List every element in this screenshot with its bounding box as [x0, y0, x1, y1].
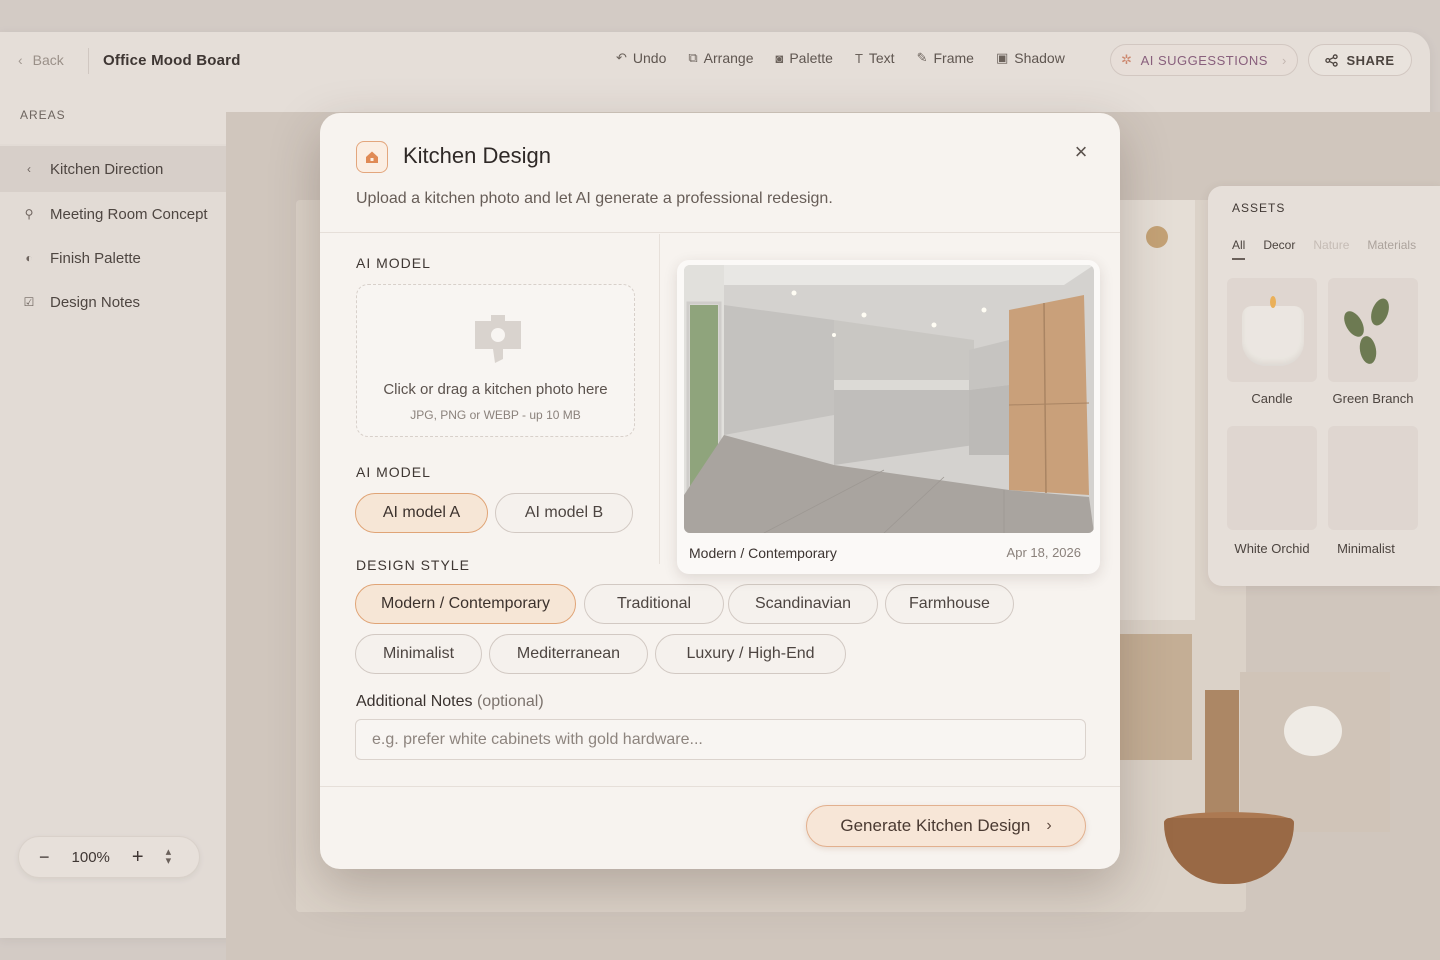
modal-header: Kitchen Design × Upload a kitchen photo …: [320, 113, 1120, 233]
model-option-b[interactable]: AI model B: [495, 493, 633, 533]
style-option-modern[interactable]: Modern / Contemporary: [355, 584, 576, 624]
style-option-mediterranean[interactable]: Mediterranean: [489, 634, 648, 674]
style-option-farmhouse[interactable]: Farmhouse: [885, 584, 1014, 624]
preview-date: Apr 18, 2026: [1006, 545, 1081, 560]
close-icon[interactable]: ×: [1070, 141, 1092, 163]
generate-kitchen-design-button[interactable]: Generate Kitchen Design ›: [806, 805, 1086, 847]
modal-title: Kitchen Design: [403, 143, 551, 168]
model-section-label: AI MODEL: [356, 464, 431, 480]
modal-footer-divider: [320, 786, 1120, 787]
style-option-traditional[interactable]: Traditional: [584, 584, 724, 624]
generate-button-label: Generate Kitchen Design: [840, 816, 1031, 835]
photo-dropzone[interactable]: Click or drag a kitchen photo here JPG, …: [356, 284, 635, 437]
style-option-scandinavian[interactable]: Scandinavian: [728, 584, 878, 624]
notes-optional-tag: (optional): [476, 693, 544, 710]
style-section-label: DESIGN STYLE: [356, 557, 470, 573]
dropzone-prompt: Click or drag a kitchen photo here: [383, 381, 608, 398]
upload-section-label: AI MODEL: [356, 255, 431, 271]
kitchen-preview-image: [684, 265, 1094, 533]
upload-photo-icon: [475, 315, 521, 363]
column-divider: [659, 234, 660, 564]
style-option-luxury[interactable]: Luxury / High-End: [655, 634, 846, 674]
kitchen-design-modal: Kitchen Design × Upload a kitchen photo …: [320, 113, 1120, 869]
model-option-a[interactable]: AI model A: [355, 493, 488, 533]
notes-label: Additional Notes (optional): [356, 693, 544, 711]
notes-input[interactable]: [355, 719, 1086, 760]
notes-label-text: Additional Notes: [356, 693, 473, 710]
modal-subtitle: Upload a kitchen photo and let AI genera…: [356, 190, 833, 207]
dropzone-hint: JPG, PNG or WEBP - up 10 MB: [410, 408, 581, 422]
preview-card[interactable]: Modern / Contemporary Apr 18, 2026: [677, 260, 1100, 574]
style-option-minimalist[interactable]: Minimalist: [355, 634, 482, 674]
chevron-right-icon: ›: [1046, 817, 1052, 834]
preview-style-label: Modern / Contemporary: [689, 545, 837, 561]
house-icon: [356, 141, 388, 173]
